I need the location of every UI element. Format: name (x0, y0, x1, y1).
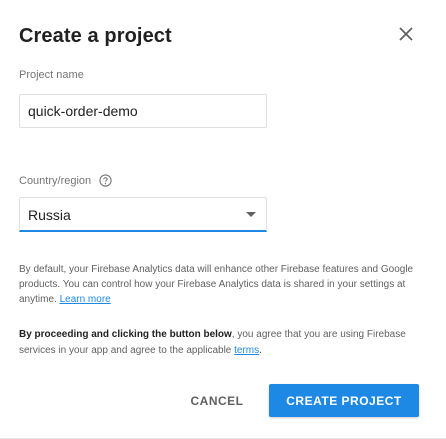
country-select[interactable]: Russia (19, 197, 267, 232)
country-label-row: Country/region (19, 174, 112, 187)
project-name-label: Project name (19, 69, 84, 81)
close-icon[interactable] (396, 24, 416, 44)
project-name-input[interactable] (19, 94, 267, 128)
agreement-bold-text: By proceeding and clicking the button be… (19, 329, 232, 340)
agreement-text: By proceeding and clicking the button be… (19, 327, 419, 359)
terms-link[interactable]: terms (234, 345, 259, 356)
create-project-button[interactable]: CREATE PROJECT (269, 384, 419, 417)
learn-more-link[interactable]: Learn more (60, 294, 111, 305)
dropdown-arrow-icon (246, 212, 256, 217)
help-circle-icon[interactable] (99, 174, 112, 187)
country-selected-value: Russia (28, 207, 71, 223)
country-label: Country/region (19, 174, 92, 187)
create-project-dialog: Create a project Project name Country/re… (0, 0, 446, 439)
dialog-title: Create a project (19, 25, 172, 47)
cancel-button[interactable]: CANCEL (181, 385, 253, 417)
agreement-end: . (259, 345, 262, 356)
analytics-info-text: By default, your Firebase Analytics data… (19, 262, 419, 307)
